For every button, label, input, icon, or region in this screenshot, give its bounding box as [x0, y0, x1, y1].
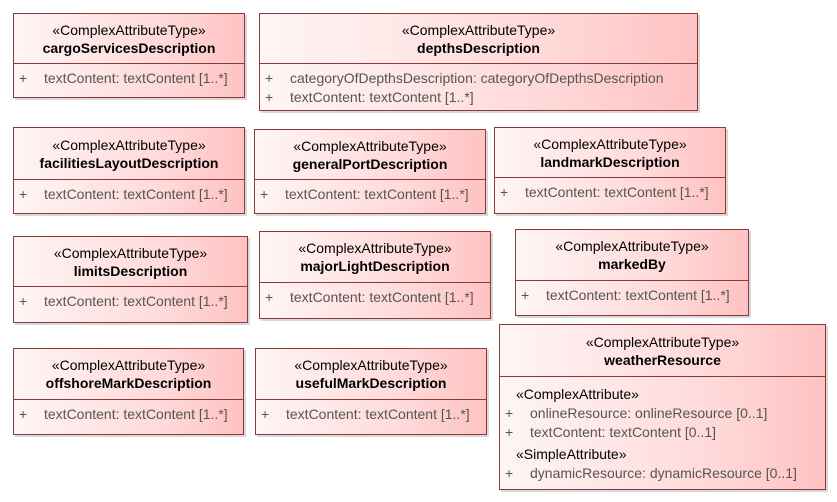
stereotype-label: «ComplexAttributeType» — [298, 240, 452, 256]
stereotype-label: «ComplexAttributeType» — [533, 135, 687, 152]
visibility-marker: + — [265, 89, 274, 105]
class-cargoServicesDescription[interactable]: «ComplexAttributeType» cargoServicesDesc… — [13, 13, 245, 98]
stereotype-label: «ComplexAttributeType» — [555, 238, 709, 254]
stereotype-label: «ComplexAttributeType» — [52, 136, 206, 153]
class-generalPortDescription[interactable]: «ComplexAttributeType» generalPortDescri… — [254, 129, 486, 214]
visibility-marker: + — [261, 406, 270, 422]
attribute-compartment: + textContent: textContent [1..*] — [255, 180, 485, 204]
visibility-marker: + — [19, 70, 28, 86]
class-name: depthsDescription — [417, 39, 540, 56]
attribute-row: + textContent: textContent [1..*] — [516, 286, 748, 305]
class-name: landmarkDescription — [540, 153, 680, 170]
class-name: limitsDescription — [73, 262, 188, 279]
attribute-row: + textContent: textContent [0..1] — [500, 423, 825, 442]
class-markedBy[interactable]: «ComplexAttributeType» markedBy + textCon… — [515, 229, 749, 316]
attribute-text: textContent: textContent [1..*] — [44, 70, 228, 86]
attribute-compartment: + textContent: textContent [1..*] — [14, 400, 243, 424]
class-name: markedBy — [598, 256, 666, 272]
attribute-text: textContent: textContent [1..*] — [44, 186, 228, 202]
attribute-row: + textContent: textContent [1..*] — [255, 185, 485, 204]
attribute-row: + categoryOfDepthsDescription: categoryOf… — [260, 69, 697, 88]
class-name: cargoServicesDescription — [42, 39, 216, 56]
attribute-text: dynamicResource: dynamicResource [0..1] — [530, 465, 797, 481]
class-depthsDescription[interactable]: «ComplexAttributeType» depthsDescription… — [259, 13, 698, 111]
class-name: offshoreMarkDescription — [45, 375, 212, 391]
attribute-compartment: «ComplexAttribute» + onlineResource: onli… — [500, 377, 825, 483]
class-header: «ComplexAttributeType» markedBy — [516, 230, 748, 281]
class-facilitiesLayoutDescription[interactable]: «ComplexAttributeType» facilitiesLayoutD… — [13, 127, 245, 214]
class-header: «ComplexAttributeType» landmarkDescripti… — [495, 128, 725, 178]
stereotype-label: «ComplexAttributeType» — [293, 137, 447, 154]
visibility-marker: + — [505, 405, 514, 421]
class-weatherResource[interactable]: «ComplexAttributeType» weatherResource «… — [499, 324, 826, 490]
attribute-row: + textContent: textContent [1..*] — [495, 183, 725, 202]
visibility-marker: + — [19, 293, 28, 309]
visibility-marker: + — [265, 70, 274, 86]
stereotype-label: «ComplexAttributeType» — [294, 357, 448, 373]
visibility-marker: + — [265, 289, 274, 305]
attribute-text: textContent: textContent [1..*] — [546, 287, 730, 303]
class-name: facilitiesLayoutDescription — [39, 154, 219, 171]
attribute-row: + textContent: textContent [1..*] — [260, 288, 490, 307]
class-name: usefulMarkDescription — [295, 375, 447, 391]
class-name: generalPortDescription — [292, 155, 448, 172]
attribute-group-label: «SimpleAttribute» — [516, 446, 627, 462]
class-offshoreMarkDescription[interactable]: «ComplexAttributeType» offshoreMarkDescr… — [13, 348, 244, 435]
class-header: «ComplexAttributeType» limitsDescription — [14, 237, 247, 287]
attribute-text: textContent: textContent [1..*] — [525, 184, 709, 200]
attribute-text: textContent: textContent [1..*] — [44, 406, 228, 422]
class-name: weatherResource — [604, 351, 721, 368]
attribute-row: + textContent: textContent [1..*] — [256, 405, 486, 424]
class-header: «ComplexAttributeType» weatherResource — [500, 325, 825, 377]
stereotype-label: «ComplexAttributeType» — [52, 21, 206, 38]
attribute-group-label: «ComplexAttribute» — [516, 386, 639, 402]
visibility-marker: + — [521, 287, 530, 303]
attribute-text: textContent: textContent [0..1] — [530, 424, 716, 440]
attribute-text: textContent: textContent [1..*] — [290, 289, 474, 305]
visibility-marker: + — [505, 424, 514, 440]
attribute-row: + textContent: textContent [1..*] — [260, 88, 697, 107]
attribute-text: textContent: textContent [1..*] — [290, 89, 474, 105]
class-usefulMarkDescription[interactable]: «ComplexAttributeType» usefulMarkDescrip… — [255, 348, 487, 435]
class-header: «ComplexAttributeType» majorLightDescrip… — [260, 232, 490, 283]
class-header: «ComplexAttributeType» depthsDescription — [260, 14, 697, 64]
attribute-row: + textContent: textContent [1..*] — [14, 292, 247, 311]
attribute-text: textContent: textContent [1..*] — [44, 293, 228, 309]
visibility-marker: + — [260, 186, 269, 202]
class-name: majorLightDescription — [300, 258, 450, 274]
attribute-compartment: + textContent: textContent [1..*] — [14, 287, 247, 311]
attribute-text: categoryOfDepthsDescription: categoryOfD… — [290, 70, 664, 86]
visibility-marker: + — [505, 465, 514, 481]
stereotype-label: «ComplexAttributeType» — [585, 333, 740, 350]
attribute-row: + textContent: textContent [1..*] — [14, 185, 244, 204]
attribute-compartment: + textContent: textContent [1..*] — [14, 180, 244, 204]
attribute-text: textContent: textContent [1..*] — [286, 406, 470, 422]
class-majorLightDescription[interactable]: «ComplexAttributeType» majorLightDescrip… — [259, 231, 491, 319]
visibility-marker: + — [19, 406, 28, 422]
attribute-row: + onlineResource: onlineResource [0..1] — [500, 404, 825, 423]
attribute-compartment: + textContent: textContent [1..*] — [495, 178, 725, 202]
attribute-compartment: + categoryOfDepthsDescription: categoryOf… — [260, 64, 697, 107]
stereotype-label: «ComplexAttributeType» — [401, 21, 556, 38]
stereotype-label: «ComplexAttributeType» — [51, 357, 206, 373]
class-limitsDescription[interactable]: «ComplexAttributeType» limitsDescription… — [13, 236, 248, 323]
attribute-row: + textContent: textContent [1..*] — [14, 69, 244, 88]
attribute-compartment: + textContent: textContent [1..*] — [260, 283, 490, 307]
stereotype-label: «ComplexAttributeType» — [53, 244, 208, 261]
visibility-marker: + — [19, 186, 28, 202]
class-header: «ComplexAttributeType» offshoreMarkDescr… — [14, 349, 243, 400]
attribute-text: textContent: textContent [1..*] — [285, 186, 469, 202]
class-landmarkDescription[interactable]: «ComplexAttributeType» landmarkDescripti… — [494, 127, 726, 214]
attribute-compartment: + textContent: textContent [1..*] — [516, 281, 748, 305]
attribute-row: + textContent: textContent [1..*] — [14, 405, 243, 424]
attribute-row: + dynamicResource: dynamicResource [0..1] — [500, 464, 825, 483]
class-header: «ComplexAttributeType» usefulMarkDescrip… — [256, 349, 486, 400]
visibility-marker: + — [500, 184, 509, 200]
attribute-compartment: + textContent: textContent [1..*] — [14, 64, 244, 88]
attribute-text: onlineResource: onlineResource [0..1] — [530, 405, 768, 421]
class-header: «ComplexAttributeType» generalPortDescri… — [255, 130, 485, 180]
attribute-compartment: + textContent: textContent [1..*] — [256, 400, 486, 424]
class-header: «ComplexAttributeType» facilitiesLayoutD… — [14, 128, 244, 180]
class-header: «ComplexAttributeType» cargoServicesDesc… — [14, 14, 244, 64]
